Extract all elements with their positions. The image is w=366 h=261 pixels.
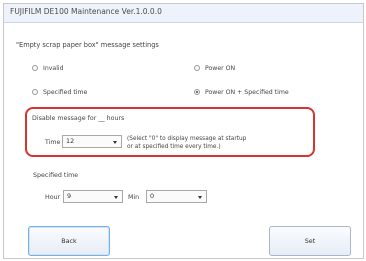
time-label: Time	[45, 139, 61, 146]
radio-dot-invalid[interactable]	[32, 65, 38, 71]
hour-select-value: 9	[67, 192, 72, 200]
radio-power-on[interactable]: Power ON	[194, 63, 235, 73]
radio-label-power-on-specified-time: Power ON + Specified time	[205, 88, 289, 96]
time-note-line1: (Select "0" to display message at startu…	[127, 136, 247, 142]
hour-select[interactable]: 9	[63, 190, 123, 203]
min-select-value: 0	[150, 192, 155, 200]
time-note-line2: or at specified time every time.)	[127, 143, 221, 150]
radio-label-specified-time: Specified time	[43, 88, 88, 96]
time-select-value: 12	[66, 137, 75, 145]
chevron-down-icon	[113, 141, 117, 144]
radio-invalid[interactable]: Invalid	[32, 63, 64, 73]
radio-dot-power-on-specified-time[interactable]	[194, 89, 200, 95]
back-button[interactable]: Back	[28, 226, 110, 256]
specified-time-title: Specified time	[33, 172, 79, 179]
section-title: "Empty scrap paper box" message settings	[16, 41, 159, 49]
radio-label-power-on: Power ON	[205, 64, 236, 72]
chevron-down-icon	[114, 196, 118, 199]
window-title: FUJIFILM DE100 Maintenance Ver.1.0.0.0	[10, 7, 162, 16]
min-select[interactable]: 0	[146, 190, 207, 203]
radio-power-on-specified-time[interactable]: Power ON + Specified time	[194, 87, 289, 97]
time-select[interactable]: 12	[62, 135, 122, 148]
radio-specified-time[interactable]: Specified time	[32, 87, 87, 97]
radio-dot-specified-time[interactable]	[32, 89, 38, 95]
radio-label-invalid: Invalid	[43, 64, 64, 72]
set-button[interactable]: Set	[269, 226, 351, 256]
min-label: Min	[128, 194, 140, 201]
disable-message-label: Disable message for __ hours	[32, 115, 125, 122]
chevron-down-icon	[198, 196, 202, 199]
radio-dot-power-on[interactable]	[194, 65, 200, 71]
hour-label: Hour	[45, 194, 61, 201]
title-bar: FUJIFILM DE100 Maintenance Ver.1.0.0.0	[4, 4, 363, 23]
time-note: (Select "0" to display message at startu…	[127, 136, 246, 151]
